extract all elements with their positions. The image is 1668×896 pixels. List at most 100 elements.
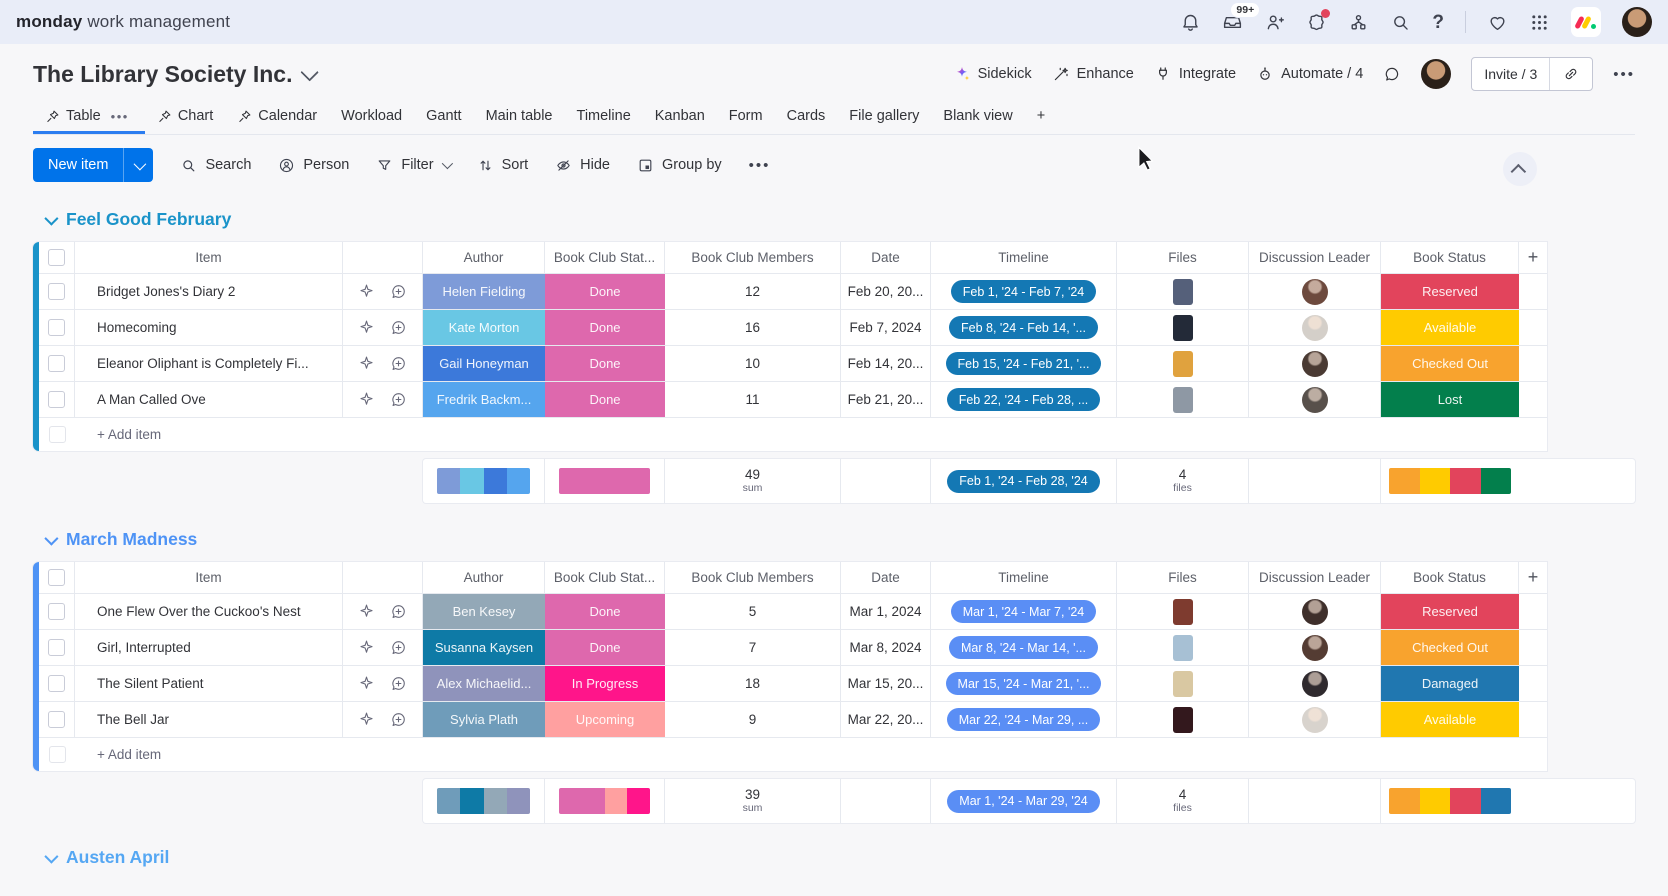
status-cell[interactable]: Done [545, 310, 665, 345]
board-owner-avatar[interactable] [1421, 59, 1452, 89]
integrate-button[interactable]: Integrate [1154, 65, 1236, 83]
author-cell[interactable]: Sylvia Plath [423, 702, 545, 737]
column-header-leader[interactable]: Discussion Leader [1249, 562, 1381, 593]
tab-main-table[interactable]: Main table [474, 99, 565, 134]
book-status-cell[interactable]: Available [1381, 310, 1519, 345]
column-header-timeline[interactable]: Timeline [931, 562, 1117, 593]
add-update-icon[interactable] [390, 603, 407, 620]
add-column-button[interactable]: + [1519, 562, 1547, 593]
members-cell[interactable]: 5 [665, 594, 841, 629]
status-cell[interactable]: In Progress [545, 666, 665, 701]
sparkle-ai-icon[interactable] [358, 675, 375, 692]
monday-logo[interactable]: monday work management [16, 12, 230, 32]
file-thumbnail[interactable] [1172, 386, 1193, 413]
table-row[interactable]: The Bell Jar Sylvia Plath Upcoming 9 Mar… [39, 702, 1547, 738]
members-cell[interactable]: 7 [665, 630, 841, 665]
column-header-item[interactable]: Item [75, 242, 343, 273]
tab-cards[interactable]: Cards [775, 99, 838, 134]
file-thumbnail[interactable] [1172, 350, 1193, 377]
group-title[interactable]: Austen April [44, 847, 1635, 868]
tab-options-icon[interactable]: ••• [107, 109, 133, 124]
add-item-button[interactable]: + Add item [97, 427, 161, 442]
filter-tool[interactable]: Filter [376, 157, 453, 174]
tab-calendar[interactable]: Calendar [225, 99, 329, 134]
date-cell[interactable]: Mar 22, 20... [841, 702, 931, 737]
file-thumbnail[interactable] [1172, 278, 1193, 305]
date-cell[interactable]: Feb 14, 20... [841, 346, 931, 381]
item-name[interactable]: The Bell Jar [75, 702, 343, 737]
sparkle-ai-icon[interactable] [358, 355, 375, 372]
timeline-pill[interactable]: Mar 1, '24 - Mar 7, '24 [950, 600, 1097, 623]
date-cell[interactable]: Feb 20, 20... [841, 274, 931, 309]
sparkle-ai-icon[interactable] [358, 391, 375, 408]
item-name[interactable]: One Flew Over the Cuckoo's Nest [75, 594, 343, 629]
leader-avatar[interactable] [1301, 314, 1328, 341]
date-cell[interactable]: Mar 1, 2024 [841, 594, 931, 629]
person-filter-tool[interactable]: Person [278, 157, 349, 174]
add-item-row[interactable]: + Add item [39, 738, 1547, 771]
tab-workload[interactable]: Workload [329, 99, 414, 134]
item-name[interactable]: Homecoming [75, 310, 343, 345]
table-row[interactable]: Bridget Jones's Diary 2 Helen Fielding D… [39, 274, 1547, 310]
status-cell[interactable]: Done [545, 346, 665, 381]
column-header-leader[interactable]: Discussion Leader [1249, 242, 1381, 273]
row-checkbox[interactable] [48, 639, 65, 656]
file-thumbnail[interactable] [1172, 634, 1193, 661]
invite-members-button[interactable] [1264, 12, 1285, 33]
enhance-button[interactable]: Enhance [1052, 65, 1134, 83]
tab-file-gallery[interactable]: File gallery [837, 99, 931, 134]
tab-chart[interactable]: Chart [145, 99, 225, 134]
file-thumbnail[interactable] [1172, 670, 1193, 697]
sparkle-ai-icon[interactable] [358, 283, 375, 300]
tab-table[interactable]: Table ••• [33, 99, 145, 134]
column-header-members[interactable]: Book Club Members [665, 562, 841, 593]
timeline-summary-pill[interactable]: Feb 1, '24 - Feb 28, '24 [947, 469, 1100, 493]
apps-menu-button[interactable] [1529, 12, 1550, 33]
add-update-icon[interactable] [390, 355, 407, 372]
book-status-distribution-bar[interactable] [1389, 468, 1511, 494]
book-status-distribution-bar[interactable] [1389, 788, 1511, 814]
column-header-files[interactable]: Files [1117, 562, 1249, 593]
sparkle-ai-icon[interactable] [358, 319, 375, 336]
author-cell[interactable]: Gail Honeyman [423, 346, 545, 381]
members-cell[interactable]: 18 [665, 666, 841, 701]
board-title[interactable]: The Library Society Inc. [33, 61, 320, 88]
column-header-date[interactable]: Date [841, 562, 931, 593]
inbox-button[interactable]: 99+ [1222, 2, 1260, 33]
add-update-icon[interactable] [390, 319, 407, 336]
tab-gantt[interactable]: Gantt [414, 99, 473, 134]
column-header-author[interactable]: Author [423, 562, 545, 593]
timeline-summary-pill[interactable]: Mar 1, '24 - Mar 29, '24 [947, 789, 1100, 813]
add-update-icon[interactable] [390, 675, 407, 692]
members-cell[interactable]: 9 [665, 702, 841, 737]
timeline-pill[interactable]: Mar 8, '24 - Mar 14, '... [949, 636, 1098, 659]
item-name[interactable]: Girl, Interrupted [75, 630, 343, 665]
timeline-pill[interactable]: Mar 15, '24 - Mar 21, '... [945, 672, 1102, 695]
leader-avatar[interactable] [1301, 278, 1328, 305]
search-tool[interactable]: Search [180, 157, 251, 174]
notifications-button[interactable] [1180, 12, 1201, 33]
leader-avatar[interactable] [1301, 350, 1328, 377]
timeline-pill[interactable]: Feb 8, '24 - Feb 14, '... [949, 316, 1098, 339]
leader-avatar[interactable] [1301, 706, 1328, 733]
item-name[interactable]: Bridget Jones's Diary 2 [75, 274, 343, 309]
leader-avatar[interactable] [1301, 598, 1328, 625]
add-update-icon[interactable] [390, 711, 407, 728]
add-item-row[interactable]: + Add item [39, 418, 1547, 451]
monday-product-tile[interactable] [1571, 7, 1601, 37]
book-status-cell[interactable]: Lost [1381, 382, 1519, 417]
author-cell[interactable]: Ben Kesey [423, 594, 545, 629]
author-cell[interactable]: Susanna Kaysen [423, 630, 545, 665]
timeline-pill[interactable]: Feb 1, '24 - Feb 7, '24 [950, 280, 1097, 303]
new-item-button[interactable]: New item [33, 148, 123, 182]
teams-button[interactable] [1348, 12, 1369, 33]
book-status-cell[interactable]: Checked Out [1381, 346, 1519, 381]
tab-kanban[interactable]: Kanban [643, 99, 717, 134]
column-header-item[interactable]: Item [75, 562, 343, 593]
column-header-status[interactable]: Book Club Stat... [545, 242, 665, 273]
leader-avatar[interactable] [1301, 634, 1328, 661]
status-distribution-bar[interactable] [559, 468, 650, 494]
column-header-date[interactable]: Date [841, 242, 931, 273]
column-header-book-status[interactable]: Book Status [1381, 242, 1519, 273]
author-cell[interactable]: Fredrik Backm... [423, 382, 545, 417]
